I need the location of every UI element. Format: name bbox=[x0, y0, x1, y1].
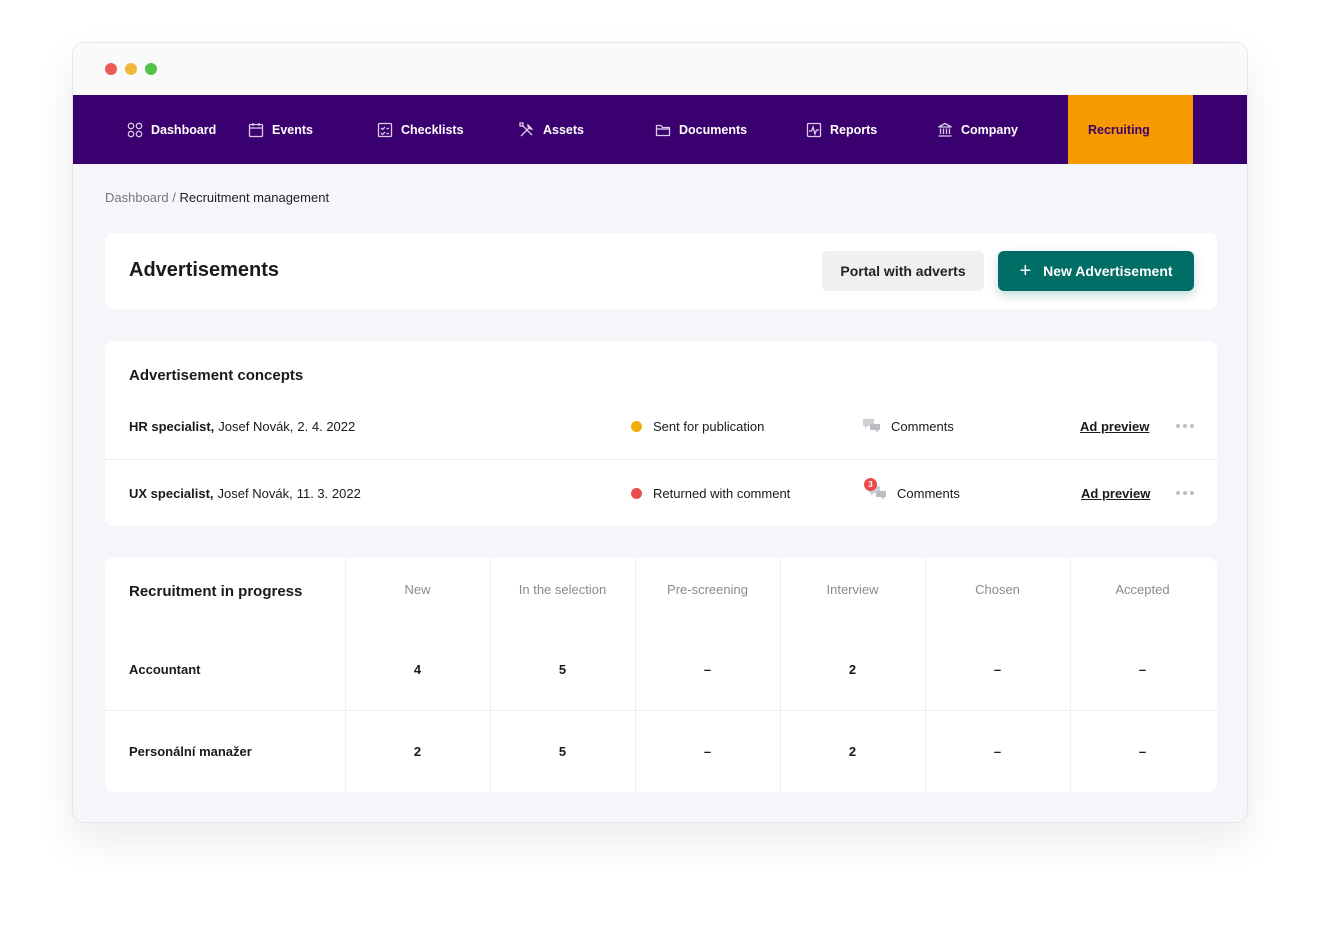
ad-preview-link[interactable]: Ad preview bbox=[1080, 393, 1149, 459]
comments-icon: 3 bbox=[864, 478, 887, 501]
window-titlebar bbox=[73, 43, 1247, 95]
concept-author: Josef Novák, bbox=[217, 485, 293, 501]
table-cell[interactable]: 5 bbox=[490, 744, 635, 759]
row-label[interactable]: Personální manažer bbox=[129, 744, 252, 759]
nav-item-assets[interactable]: Assets bbox=[519, 95, 584, 164]
breadcrumb-current: Recruitment management bbox=[179, 190, 330, 205]
concept-status: Returned with comment bbox=[631, 460, 790, 526]
nav-item-dashboard[interactable]: Dashboard bbox=[127, 95, 216, 164]
nav-label: Events bbox=[272, 122, 313, 137]
column-header: Pre-screening bbox=[667, 582, 748, 597]
chart-icon bbox=[806, 122, 822, 137]
plus-icon: + bbox=[1019, 260, 1032, 282]
comments-label: Comments bbox=[891, 418, 954, 434]
more-options-icon[interactable] bbox=[1176, 460, 1194, 526]
nav-label: Recruiting bbox=[1088, 122, 1150, 137]
section-title: Recruitment in progress bbox=[129, 583, 303, 600]
concept-row: UX specialist, Josef Novák, 11. 3. 2022 … bbox=[105, 459, 1217, 525]
status-dot-icon bbox=[631, 487, 642, 499]
table-cell[interactable]: 2 bbox=[780, 744, 925, 759]
close-window-button[interactable] bbox=[105, 63, 117, 75]
table-cell: – bbox=[703, 744, 712, 759]
ad-preview-link[interactable]: Ad preview bbox=[1081, 460, 1150, 526]
building-icon bbox=[938, 122, 952, 137]
main-navigation: Dashboard Events Checklists Assets Docum… bbox=[73, 95, 1247, 164]
checklist-icon bbox=[377, 122, 393, 137]
new-advertisement-label: New Advertisement bbox=[1043, 263, 1173, 279]
column-header: New bbox=[404, 582, 431, 597]
nav-item-checklists[interactable]: Checklists bbox=[377, 95, 464, 164]
table-cell[interactable]: 5 bbox=[490, 662, 635, 677]
table-cell: – bbox=[993, 662, 1002, 677]
table-cell[interactable]: 4 bbox=[345, 662, 490, 677]
folder-icon bbox=[655, 124, 671, 136]
status-label: Returned with comment bbox=[653, 485, 791, 501]
table-cell: – bbox=[993, 744, 1002, 759]
nav-label: Reports bbox=[830, 122, 878, 137]
calendar-icon bbox=[248, 122, 264, 137]
comments-icon bbox=[863, 419, 880, 433]
comments-button[interactable]: Comments bbox=[862, 393, 954, 459]
nav-label: Dashboard bbox=[151, 122, 217, 137]
more-options-icon[interactable] bbox=[1176, 393, 1194, 459]
nav-label: Assets bbox=[543, 122, 584, 137]
concept-job: HR specialist, bbox=[129, 418, 215, 434]
row-label[interactable]: Accountant bbox=[129, 662, 201, 677]
tools-icon bbox=[519, 121, 534, 136]
recruitment-in-progress: Recruitment in progress New In the selec… bbox=[105, 558, 1217, 792]
nav-item-company[interactable]: Company bbox=[937, 95, 1018, 164]
column-header: Interview bbox=[826, 582, 879, 597]
table-cell: – bbox=[1138, 662, 1147, 677]
breadcrumb-separator: / bbox=[172, 190, 176, 205]
status-label: Sent for publication bbox=[653, 418, 765, 434]
concept-title: HR specialist, Josef Novák, 2. 4. 2022 bbox=[129, 393, 355, 459]
advertisements-header: Advertisements Portal with adverts + New… bbox=[105, 233, 1217, 309]
concept-status: Sent for publication bbox=[631, 393, 764, 459]
table-cell[interactable]: 2 bbox=[345, 744, 490, 759]
nav-item-events[interactable]: Events bbox=[248, 95, 313, 164]
nav-label: Checklists bbox=[401, 122, 464, 137]
nav-item-reports[interactable]: Reports bbox=[806, 95, 877, 164]
breadcrumb-root[interactable]: Dashboard bbox=[105, 190, 169, 205]
concept-row: HR specialist, Josef Novák, 2. 4. 2022 S… bbox=[105, 393, 1217, 459]
nav-label: Documents bbox=[679, 122, 748, 137]
page-title: Advertisements bbox=[129, 259, 280, 281]
table-cell: – bbox=[1138, 744, 1147, 759]
browser-window: Dashboard Events Checklists Assets Docum… bbox=[72, 42, 1248, 823]
new-advertisement-button[interactable]: + New Advertisement bbox=[998, 251, 1194, 291]
column-header: In the selection bbox=[518, 582, 607, 597]
column-header: Chosen bbox=[975, 582, 1020, 597]
portal-with-adverts-button[interactable]: Portal with adverts bbox=[822, 251, 984, 291]
comments-label: Comments bbox=[897, 485, 960, 501]
concept-date: 11. 3. 2022 bbox=[296, 485, 361, 501]
concept-title: UX specialist, Josef Novák, 11. 3. 2022 bbox=[129, 460, 361, 526]
table-cell: – bbox=[703, 662, 712, 677]
concept-date: 2. 4. 2022 bbox=[297, 418, 356, 434]
nav-item-recruiting[interactable]: Recruiting bbox=[1068, 95, 1193, 164]
column-header: Accepted bbox=[1115, 582, 1170, 597]
table-cell[interactable]: 2 bbox=[780, 662, 925, 677]
dashboard-icon bbox=[127, 122, 143, 137]
comments-button[interactable]: 3 Comments bbox=[864, 460, 960, 526]
advertisement-concepts: Advertisement concepts HR specialist, Jo… bbox=[105, 341, 1217, 526]
status-dot-icon bbox=[631, 420, 642, 432]
comment-count-badge: 3 bbox=[864, 478, 877, 491]
maximize-window-button[interactable] bbox=[145, 63, 157, 75]
nav-item-documents[interactable]: Documents bbox=[655, 95, 747, 164]
concept-author: Josef Novák, bbox=[218, 418, 294, 434]
breadcrumb: Dashboard / Recruitment management bbox=[105, 190, 329, 205]
minimize-window-button[interactable] bbox=[125, 63, 137, 75]
section-title: Advertisement concepts bbox=[129, 367, 304, 384]
nav-label: Company bbox=[961, 122, 1018, 137]
concept-job: UX specialist, bbox=[129, 485, 214, 501]
